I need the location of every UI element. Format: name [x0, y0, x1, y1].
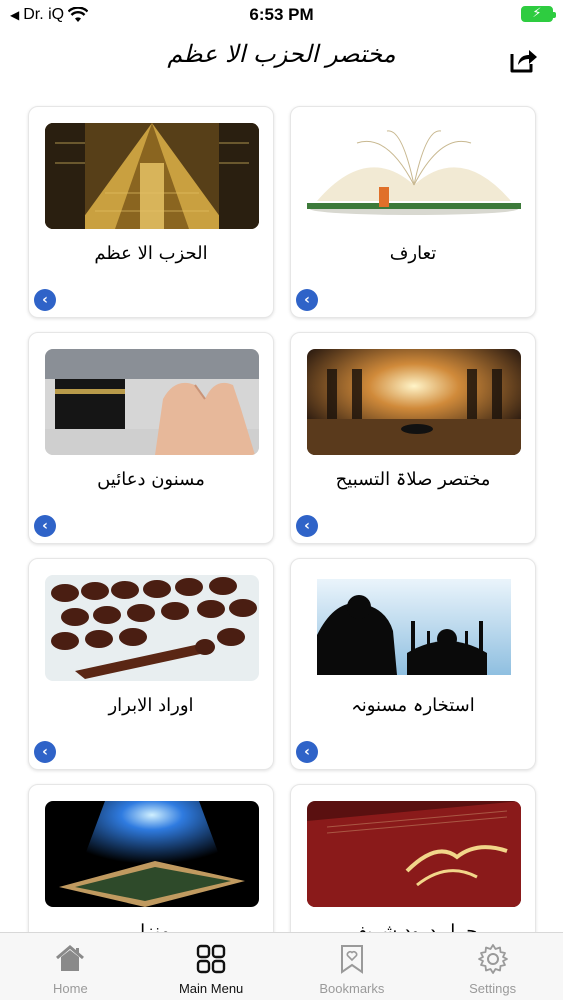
page-title: مختصر الحزب الا عظم [167, 40, 396, 68]
menu-card-istikhara[interactable]: استخارہ مسنونہ ‹ [290, 558, 536, 770]
chevron-left-icon[interactable]: ‹ [34, 515, 56, 537]
menu-card-salat-tasbeeh[interactable]: مختصر صلاۃ التسبیح ‹ [290, 332, 536, 544]
card-title: تعارف [389, 243, 437, 264]
battery-icon: ⚡ [521, 6, 556, 22]
tab-label: Home [53, 981, 88, 996]
tab-label: Main Menu [178, 981, 244, 996]
prayer-beads-image [45, 575, 259, 681]
charging-icon: ⚡ [532, 6, 542, 21]
status-bar: ◀ Dr. iQ 6:53 PM ⚡ [0, 0, 563, 30]
menu-card-hizb-al-azam[interactable]: الحزب الا عظم ‹ [28, 106, 274, 318]
chevron-left-icon[interactable]: ‹ [34, 289, 56, 311]
dua-hands-image [45, 349, 259, 455]
menu-card-masnoon-duain[interactable]: مسنون دعائیں ‹ [28, 332, 274, 544]
card-title: الحزب الا عظم [94, 243, 208, 264]
bottom-tab-bar: Home Main Menu Bookmarks Settings [0, 932, 563, 1000]
mosque-prayer-image [307, 349, 521, 455]
app-header: مختصر الحزب الا عظم [0, 30, 563, 95]
tab-main-menu[interactable]: Main Menu [141, 933, 282, 1000]
card-title: اوراد الابرار [108, 695, 194, 716]
chevron-left-icon[interactable]: ‹ [296, 515, 318, 537]
status-time: 6:53 PM [249, 5, 314, 24]
home-icon [56, 945, 85, 971]
tab-home[interactable]: Home [0, 933, 141, 1000]
quran-light-image [45, 801, 259, 907]
menu-card-taaruf[interactable]: تعارف ‹ [290, 106, 536, 318]
istikhara-silhouette-image [307, 575, 521, 681]
tab-settings[interactable]: Settings [422, 933, 563, 1000]
card-title: استخارہ مسنونہ [351, 695, 475, 716]
card-title: مختصر صلاۃ التسبیح [335, 469, 491, 490]
card-title: مسنون دعائیں [97, 469, 205, 490]
open-book-image [307, 123, 521, 229]
tab-label: Bookmarks [319, 981, 385, 996]
share-icon[interactable] [507, 44, 539, 76]
chevron-left-icon[interactable]: ‹ [34, 741, 56, 763]
bookmark-icon [340, 945, 363, 974]
grid-icon [196, 944, 226, 974]
menu-card-awrad-al-abrar[interactable]: اوراد الابرار ‹ [28, 558, 274, 770]
chevron-left-icon[interactable]: ‹ [296, 741, 318, 763]
gear-icon [477, 944, 508, 974]
tab-label: Settings [469, 981, 517, 996]
tab-bookmarks[interactable]: Bookmarks [282, 933, 423, 1000]
red-book-image [307, 801, 521, 907]
kaaba-door-image [45, 123, 259, 229]
chevron-left-icon[interactable]: ‹ [296, 289, 318, 311]
main-menu-grid: الحزب الا عظم ‹ تعارف ‹ مسنون دعائیں ‹ م… [28, 106, 536, 996]
